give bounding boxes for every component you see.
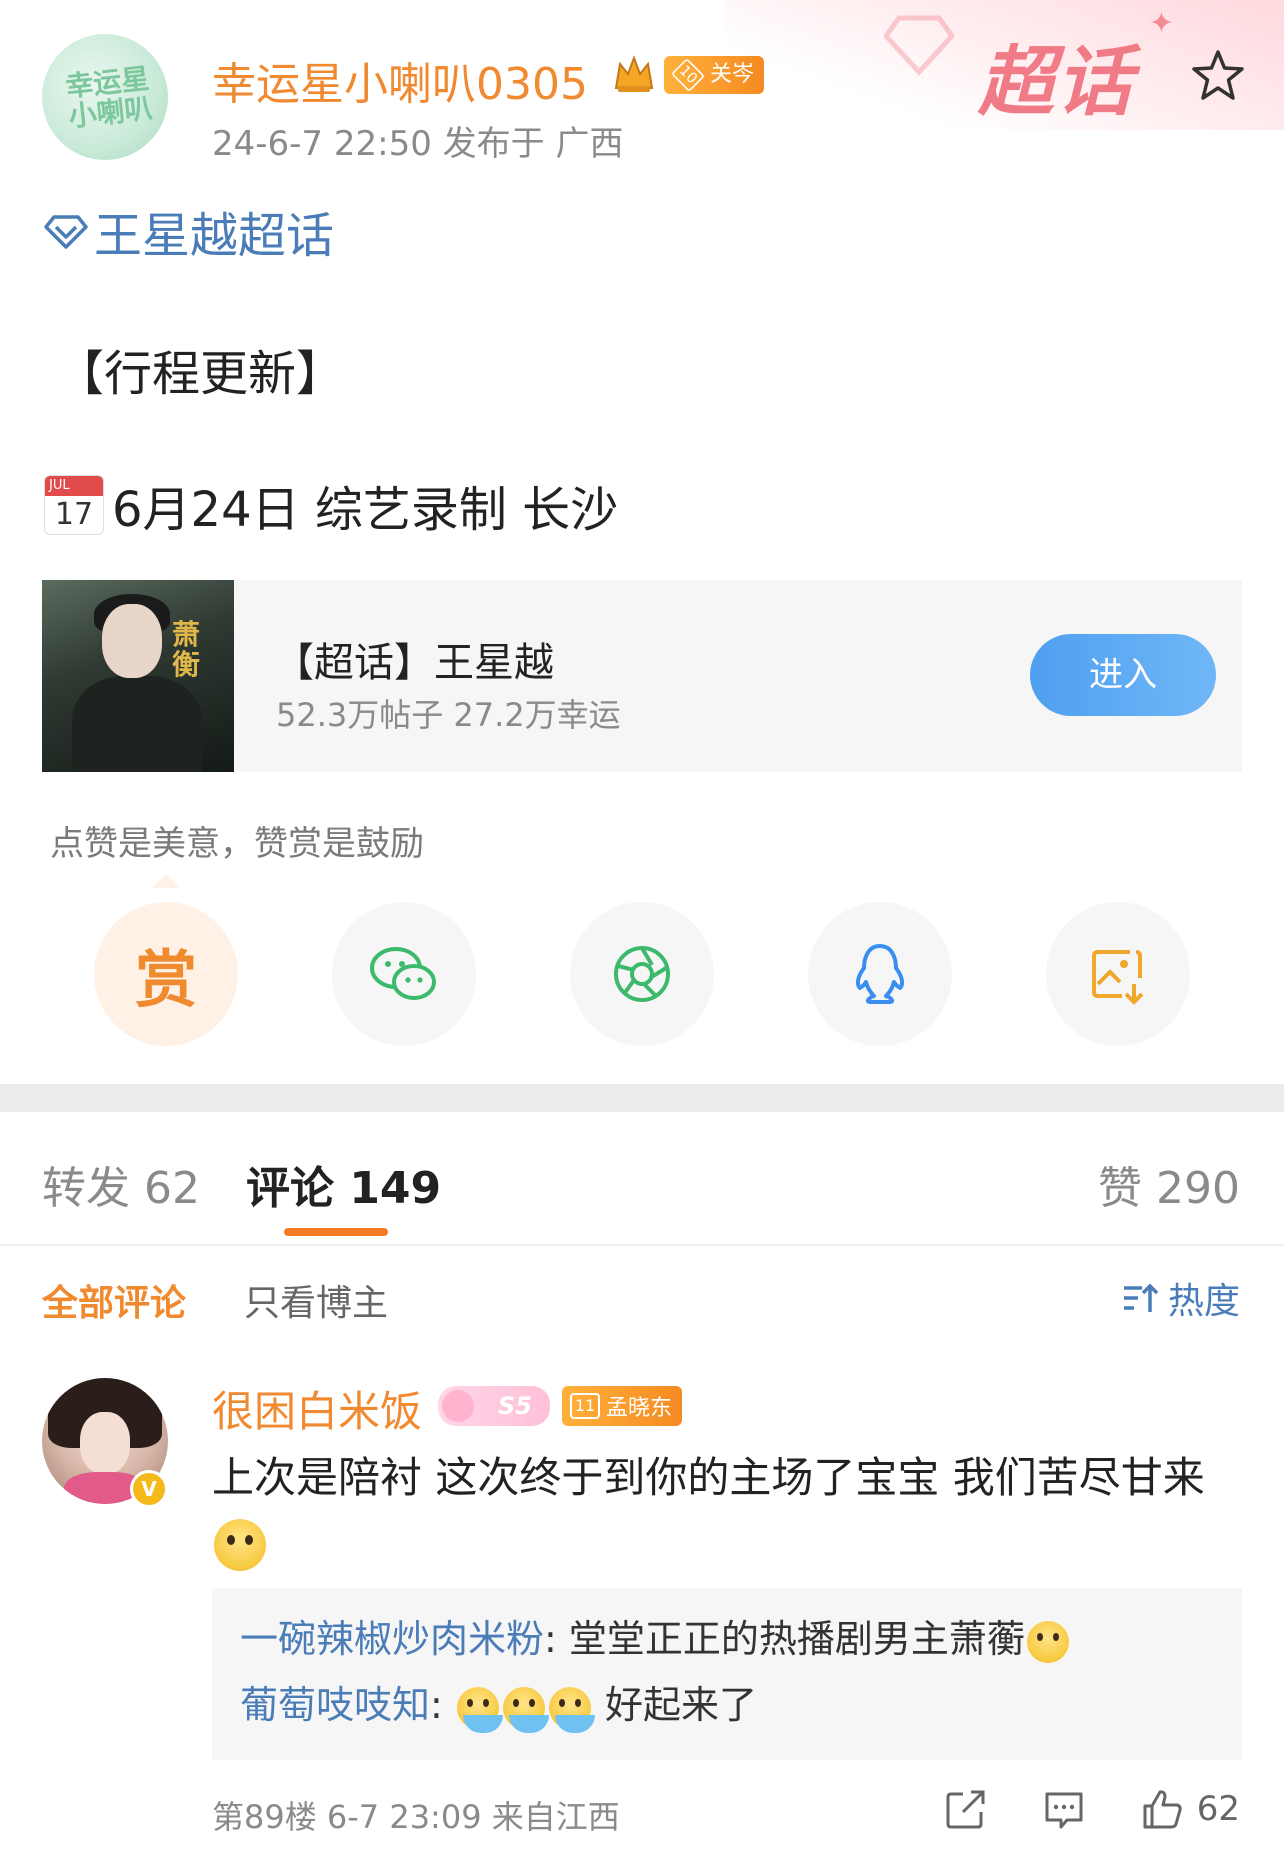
supertopic-card[interactable]: 萧衡 【超话】王星越 52.3万帖子 27.2万幸运 进入 bbox=[42, 580, 1242, 772]
reward-button[interactable]: 赏 bbox=[94, 902, 238, 1046]
supertopic-cover-image: 萧衡 bbox=[42, 580, 234, 772]
crying-emoji-icon bbox=[456, 1686, 503, 1733]
reply-item: 葡萄吱吱知: 好起来了 bbox=[240, 1672, 1214, 1738]
thumbs-up-icon bbox=[1143, 1790, 1182, 1829]
wechat-share-button[interactable] bbox=[332, 902, 476, 1046]
commenter-name[interactable]: 很困白米饭 bbox=[212, 1378, 422, 1439]
active-tab-indicator bbox=[284, 1228, 388, 1236]
sad-emoji-icon bbox=[214, 1518, 266, 1571]
cover-title-text: 萧衡 bbox=[172, 618, 201, 681]
like-comment-button[interactable]: 62 bbox=[1139, 1786, 1240, 1832]
fan-badge-label: 关岑 bbox=[710, 62, 755, 87]
reply-text: : 堂堂正正的热播剧男主萧蘅 bbox=[544, 1617, 1025, 1661]
share-row: 赏 bbox=[94, 902, 1194, 1046]
supertopic-corner-label: 超话 bbox=[978, 37, 1134, 126]
like-count: 62 bbox=[1196, 1789, 1240, 1829]
tab-likes[interactable]: 赞 290 bbox=[1098, 1152, 1240, 1216]
post-header: 超话 ✦ 幸运星小喇叭 幸运星小喇叭0305 10 关岑 24-6-7 22:5… bbox=[0, 0, 1284, 170]
tab-repost[interactable]: 转发 62 bbox=[42, 1152, 200, 1216]
author-avatar[interactable]: 幸运星小喇叭 bbox=[42, 34, 168, 160]
member-level-badge: S5 bbox=[438, 1386, 550, 1426]
bunny-icon bbox=[442, 1390, 474, 1422]
comment-body: 上次是陪衬 这次终于到你的主场了宝宝 我们苦尽甘来 bbox=[212, 1453, 1205, 1502]
wechat-icon bbox=[370, 947, 436, 1000]
sort-label: 热度 bbox=[1167, 1281, 1240, 1322]
author-name[interactable]: 幸运星小喇叭0305 bbox=[212, 48, 588, 112]
save-image-button[interactable] bbox=[1046, 902, 1190, 1046]
fan-level-badge[interactable]: 10 关岑 bbox=[664, 56, 765, 94]
crown-icon bbox=[614, 55, 654, 92]
comment-footer-meta: 第89楼 6-7 23:09 来自江西 bbox=[212, 1798, 620, 1836]
moments-share-button[interactable] bbox=[570, 902, 714, 1046]
comment-filter-bar: 全部评论 只看博主 热度 bbox=[0, 1248, 1284, 1348]
reply-username[interactable]: 葡萄吱吱知 bbox=[240, 1683, 430, 1727]
sad-emoji-icon bbox=[1026, 1620, 1069, 1663]
section-divider bbox=[0, 1084, 1284, 1112]
star-favorite-icon[interactable] bbox=[1190, 48, 1246, 104]
avatar-face bbox=[80, 1412, 130, 1474]
hint-arrow bbox=[152, 874, 180, 888]
comment-bubble-icon bbox=[1045, 1792, 1083, 1829]
image-download-icon bbox=[1092, 950, 1144, 1005]
sort-by-hot[interactable]: 热度 bbox=[1120, 1272, 1240, 1324]
reply-comment-button[interactable] bbox=[1041, 1786, 1087, 1832]
diamond-icon bbox=[44, 215, 88, 249]
commenter-fan-badge[interactable]: 11 孟晓东 bbox=[562, 1386, 683, 1426]
post-meta: 24-6-7 22:50 发布于 广西 bbox=[212, 124, 624, 164]
enter-button[interactable]: 进入 bbox=[1030, 634, 1216, 716]
calendar-icon: JUL 17 bbox=[44, 475, 104, 535]
comment-actions: 62 bbox=[891, 1786, 1240, 1832]
reply-colon: : bbox=[430, 1683, 443, 1727]
post-text-schedule: JUL 17 6月24日 综艺录制 长沙 bbox=[44, 470, 618, 540]
praise-hint: 点赞是美意，赞赏是鼓励 bbox=[50, 824, 424, 864]
reply-item: 一碗辣椒炒肉米粉: 堂堂正正的热播剧男主萧蘅 bbox=[240, 1606, 1214, 1672]
filter-author-only[interactable]: 只看博主 bbox=[244, 1274, 388, 1326]
fan-level-number: 10 bbox=[671, 58, 705, 92]
calendar-day: 17 bbox=[54, 497, 94, 532]
calendar-month: JUL bbox=[45, 476, 103, 496]
supertopic-title: 【超话】王星越 bbox=[274, 640, 554, 686]
replies-box[interactable]: 一碗辣椒炒肉米粉: 堂堂正正的热播剧男主萧蘅 葡萄吱吱知: 好起来了 bbox=[212, 1588, 1242, 1760]
diamond-icon bbox=[884, 15, 954, 76]
qq-share-button[interactable] bbox=[808, 902, 952, 1046]
verified-badge-icon: V bbox=[130, 1470, 168, 1508]
sparkle-icon: ✦ bbox=[1148, 6, 1174, 41]
post-text-title: 【行程更新】 bbox=[56, 346, 345, 402]
share-comment-button[interactable] bbox=[943, 1786, 989, 1832]
interaction-tabs: 转发 62 评论 149 赞 290 bbox=[0, 1112, 1284, 1246]
tab-comments[interactable]: 评论 149 bbox=[246, 1152, 441, 1216]
reply-text: 好起来了 bbox=[605, 1683, 758, 1727]
avatar-text: 幸运星小喇叭 bbox=[63, 61, 155, 134]
fan-badge-label: 孟晓东 bbox=[606, 1396, 673, 1421]
cover-figure-face bbox=[102, 604, 162, 678]
schedule-text: 6月24日 综艺录制 长沙 bbox=[112, 482, 619, 538]
member-level-text: S5 bbox=[498, 1392, 532, 1420]
crying-emoji-icon bbox=[548, 1686, 595, 1733]
moments-icon bbox=[614, 946, 670, 1002]
sort-icon bbox=[1123, 1283, 1159, 1312]
comment-text: 上次是陪衬 这次终于到你的主场了宝宝 我们苦尽甘来 bbox=[212, 1446, 1222, 1574]
supertopic-link[interactable]: 王星越超话 bbox=[44, 196, 334, 266]
crying-emoji-icon bbox=[502, 1686, 549, 1733]
supertopic-link-label: 王星越超话 bbox=[94, 208, 335, 264]
share-out-icon bbox=[946, 1790, 985, 1829]
supertopic-stats: 52.3万帖子 27.2万幸运 bbox=[276, 696, 621, 734]
filter-all-comments[interactable]: 全部评论 bbox=[42, 1274, 186, 1326]
qq-penguin-icon bbox=[855, 944, 905, 1004]
fan-level-number: 11 bbox=[570, 1393, 600, 1419]
reply-username[interactable]: 一碗辣椒炒肉米粉 bbox=[240, 1617, 544, 1661]
